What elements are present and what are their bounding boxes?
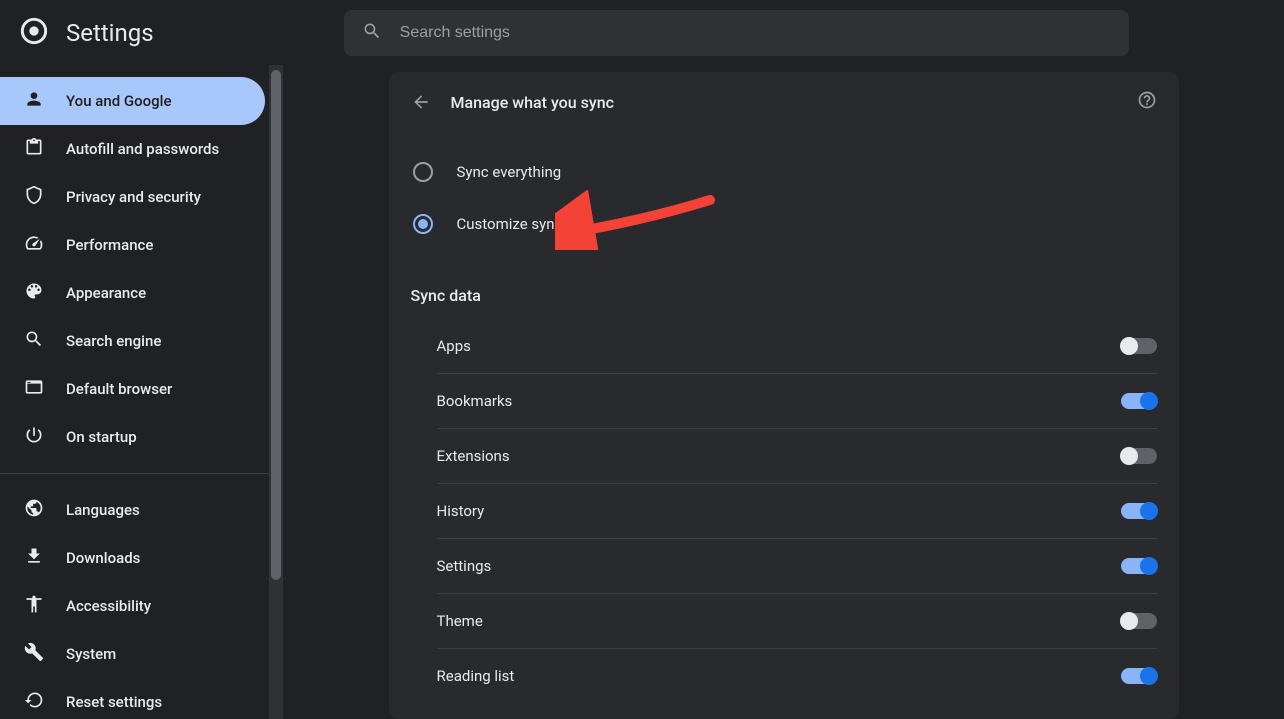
browser-icon — [24, 377, 44, 401]
sidebar-item-you-and-google[interactable]: You and Google — [0, 77, 265, 125]
sidebar-item-label: Search engine — [66, 332, 161, 350]
search-box[interactable] — [344, 10, 1129, 56]
toggle-row-settings: Settings — [437, 538, 1157, 593]
sidebar-item-downloads[interactable]: Downloads — [0, 534, 265, 582]
sidebar-item-label: Default browser — [66, 380, 172, 398]
toggle-apps[interactable] — [1121, 338, 1157, 354]
sidebar-item-label: Downloads — [66, 549, 140, 567]
search-input[interactable] — [400, 24, 1111, 42]
radio-customize-sync[interactable]: Customize sync — [411, 198, 1157, 250]
radio-button[interactable] — [413, 214, 433, 234]
wrench-icon — [24, 642, 44, 666]
radio-label: Sync everything — [457, 163, 562, 181]
toggle-label: Apps — [437, 337, 471, 355]
sidebar-item-label: Appearance — [66, 284, 146, 302]
panel-title: Manage what you sync — [451, 93, 1117, 112]
app-title: Settings — [66, 19, 154, 47]
toggle-settings[interactable] — [1121, 558, 1157, 574]
sidebar: You and Google Autofill and passwords Priv… — [0, 0, 283, 719]
sidebar-item-label: Languages — [66, 501, 140, 519]
shield-icon — [24, 185, 44, 209]
reset-icon — [24, 690, 44, 714]
sidebar-item-label: You and Google — [66, 92, 171, 110]
toggle-row-extensions: Extensions — [437, 428, 1157, 483]
toggle-row-theme: Theme — [437, 593, 1157, 648]
speed-icon — [24, 233, 44, 257]
search-icon — [362, 21, 382, 45]
globe-icon — [24, 498, 44, 522]
toggle-bookmarks[interactable] — [1121, 393, 1157, 409]
sidebar-item-autofill[interactable]: Autofill and passwords — [0, 125, 265, 173]
sidebar-item-label: Autofill and passwords — [66, 140, 219, 158]
toggle-label: Reading list — [437, 667, 515, 685]
back-button[interactable] — [411, 92, 431, 112]
sidebar-item-label: On startup — [66, 428, 137, 446]
sidebar-item-performance[interactable]: Performance — [0, 221, 265, 269]
sidebar-item-appearance[interactable]: Appearance — [0, 269, 265, 317]
toggle-label: Theme — [437, 612, 483, 630]
sidebar-item-languages[interactable]: Languages — [0, 486, 265, 534]
radio-button[interactable] — [413, 162, 433, 182]
sidebar-item-label: Reset settings — [66, 693, 162, 711]
sidebar-item-label: Performance — [66, 236, 153, 254]
search-icon — [24, 329, 44, 353]
help-icon[interactable] — [1137, 90, 1157, 114]
chrome-logo-icon — [20, 17, 48, 49]
scrollbar[interactable] — [269, 65, 283, 719]
toggle-history[interactable] — [1121, 503, 1157, 519]
sidebar-divider — [0, 473, 283, 474]
section-title: Sync data — [389, 278, 1179, 319]
radio-label: Customize sync — [457, 215, 563, 233]
person-icon — [24, 89, 44, 113]
toggle-row-reading-list: Reading list — [437, 648, 1157, 703]
sidebar-item-label: Accessibility — [66, 597, 151, 615]
sidebar-item-default-browser[interactable]: Default browser — [0, 365, 265, 413]
settings-panel: Manage what you sync Sync everything Cust… — [389, 72, 1179, 719]
sidebar-item-label: System — [66, 645, 116, 663]
sidebar-item-privacy[interactable]: Privacy and security — [0, 173, 265, 221]
palette-icon — [24, 281, 44, 305]
toggle-row-bookmarks: Bookmarks — [437, 373, 1157, 428]
toggle-label: Settings — [437, 557, 492, 575]
sidebar-item-on-startup[interactable]: On startup — [0, 413, 265, 461]
toggle-row-apps: Apps — [437, 319, 1157, 373]
toggle-label: Bookmarks — [437, 392, 513, 410]
clipboard-icon — [24, 137, 44, 161]
power-icon — [24, 425, 44, 449]
download-icon — [24, 546, 44, 570]
sidebar-item-system[interactable]: System — [0, 630, 265, 678]
sidebar-item-reset[interactable]: Reset settings — [0, 678, 265, 719]
toggle-label: Extensions — [437, 447, 510, 465]
toggle-extensions[interactable] — [1121, 448, 1157, 464]
toggle-row-history: History — [437, 483, 1157, 538]
toggle-label: History — [437, 502, 485, 520]
app-header: Settings — [0, 0, 1284, 65]
toggle-theme[interactable] — [1121, 613, 1157, 629]
scrollbar-thumb[interactable] — [271, 70, 281, 580]
toggle-reading-list[interactable] — [1121, 668, 1157, 684]
sidebar-item-label: Privacy and security — [66, 188, 201, 206]
accessibility-icon — [24, 594, 44, 618]
radio-sync-everything[interactable]: Sync everything — [411, 146, 1157, 198]
sidebar-item-search-engine[interactable]: Search engine — [0, 317, 265, 365]
main-content: Manage what you sync Sync everything Cust… — [283, 0, 1284, 719]
sidebar-item-accessibility[interactable]: Accessibility — [0, 582, 265, 630]
